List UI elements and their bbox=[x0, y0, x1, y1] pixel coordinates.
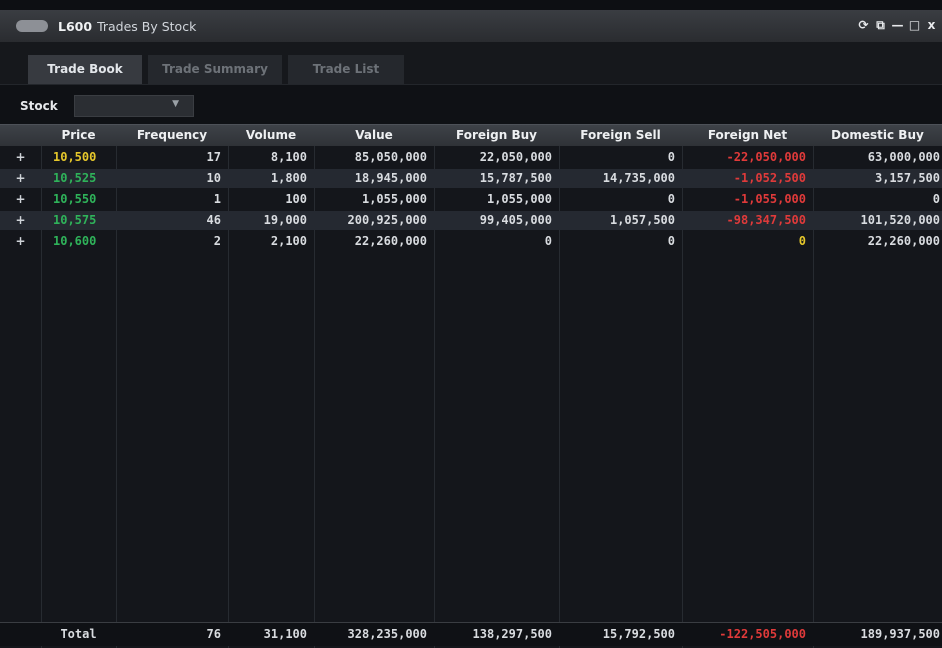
cell-foreign-net: 0 bbox=[798, 234, 806, 248]
window-controls: ⟳ ⧉ — □ x bbox=[857, 18, 938, 33]
cell-foreign-net: -98,347,500 bbox=[726, 213, 806, 227]
cell-foreign-buy: 15,787,500 bbox=[479, 171, 552, 185]
cell-domestic-buy: 22,260,000 bbox=[867, 234, 940, 248]
total-label: Total bbox=[60, 627, 97, 641]
header-foreign-sell[interactable]: Foreign Sell bbox=[559, 125, 682, 146]
total-foreign-buy: 138,297,500 bbox=[472, 627, 552, 641]
cell-frequency: 1 bbox=[213, 192, 221, 206]
cell-value: 200,925,000 bbox=[347, 213, 427, 227]
cell-foreign-buy: 99,405,000 bbox=[479, 213, 552, 227]
expand-row-icon[interactable]: + bbox=[0, 148, 41, 167]
cell-foreign-sell: 1,057,500 bbox=[609, 213, 675, 227]
cell-foreign-sell: 0 bbox=[667, 192, 675, 206]
total-foreign-sell: 15,792,500 bbox=[602, 627, 675, 641]
close-icon[interactable]: x bbox=[925, 18, 938, 33]
cell-price: 10,600 bbox=[53, 234, 97, 248]
cell-frequency: 46 bbox=[206, 213, 221, 227]
cell-foreign-buy: 1,055,000 bbox=[486, 192, 552, 206]
cell-value: 18,945,000 bbox=[354, 171, 427, 185]
expand-row-icon[interactable]: + bbox=[0, 232, 41, 251]
cell-volume: 1,800 bbox=[270, 171, 307, 185]
cell-foreign-sell: 0 bbox=[667, 234, 675, 248]
tab-trade-summary[interactable]: Trade Summary bbox=[148, 55, 282, 84]
cell-volume: 2,100 bbox=[270, 234, 307, 248]
total-frequency: 76 bbox=[206, 627, 221, 641]
cell-foreign-sell: 0 bbox=[667, 150, 675, 164]
window-titlebar[interactable]: L600 Trades By Stock ⟳ ⧉ — □ x bbox=[0, 10, 942, 43]
cell-volume: 19,000 bbox=[263, 213, 307, 227]
minimize-icon[interactable]: — bbox=[891, 18, 904, 33]
cell-value: 1,055,000 bbox=[361, 192, 427, 206]
window-toggle[interactable] bbox=[16, 20, 48, 32]
stock-label: Stock bbox=[20, 99, 58, 113]
maximize-icon[interactable]: □ bbox=[908, 18, 921, 33]
header-frequency[interactable]: Frequency bbox=[116, 125, 228, 146]
cell-foreign-net: -1,052,500 bbox=[733, 171, 806, 185]
header-value[interactable]: Value bbox=[314, 125, 434, 146]
header-domestic-buy[interactable]: Domestic Buy bbox=[813, 125, 942, 146]
cell-value: 22,260,000 bbox=[354, 234, 427, 248]
cell-frequency: 17 bbox=[206, 150, 221, 164]
cell-price: 10,500 bbox=[53, 150, 97, 164]
total-row: Total 76 31,100 328,235,000 138,297,500 … bbox=[0, 622, 942, 646]
total-domestic-buy: 189,937,500 bbox=[860, 627, 940, 641]
expand-row-icon[interactable]: + bbox=[0, 169, 41, 188]
cell-foreign-buy: 0 bbox=[544, 234, 552, 248]
stock-filter-bar: Stock ▼ bbox=[0, 84, 942, 125]
table-row[interactable]: + 10,525 10 1,800 18,945,000 15,787,500 … bbox=[0, 169, 942, 188]
header-volume[interactable]: Volume bbox=[228, 125, 314, 146]
window-code: L600 bbox=[58, 18, 93, 34]
tab-trade-book[interactable]: Trade Book bbox=[28, 55, 142, 84]
window-title: Trades By Stock bbox=[97, 18, 197, 34]
cell-domestic-buy: 63,000,000 bbox=[867, 150, 940, 164]
total-volume: 31,100 bbox=[263, 627, 307, 641]
detach-icon[interactable]: ⧉ bbox=[874, 18, 887, 33]
cell-price: 10,575 bbox=[53, 213, 97, 227]
cell-domestic-buy: 0 bbox=[932, 192, 940, 206]
tab-trade-list[interactable]: Trade List bbox=[288, 55, 404, 84]
cell-foreign-buy: 22,050,000 bbox=[479, 150, 552, 164]
header-foreign-net[interactable]: Foreign Net bbox=[682, 125, 813, 146]
table-row[interactable]: + 10,575 46 19,000 200,925,000 99,405,00… bbox=[0, 211, 942, 230]
trades-grid: Price Frequency Volume Value Foreign Buy… bbox=[0, 124, 942, 648]
expand-row-icon[interactable]: + bbox=[0, 211, 41, 230]
cell-value: 85,050,000 bbox=[354, 150, 427, 164]
cell-price: 10,550 bbox=[53, 192, 97, 206]
table-row[interactable]: + 10,600 2 2,100 22,260,000 0 0 0 22,260… bbox=[0, 232, 942, 251]
cell-frequency: 10 bbox=[206, 171, 221, 185]
cell-domestic-buy: 3,157,500 bbox=[874, 171, 940, 185]
tab-bar: Trade Book Trade Summary Trade List bbox=[0, 42, 942, 84]
header-foreign-buy[interactable]: Foreign Buy bbox=[434, 125, 559, 146]
total-foreign-net: -122,505,000 bbox=[719, 627, 806, 641]
cell-frequency: 2 bbox=[213, 234, 221, 248]
cell-price: 10,525 bbox=[53, 171, 97, 185]
grid-header: Price Frequency Volume Value Foreign Buy… bbox=[0, 124, 942, 146]
cell-foreign-net: -22,050,000 bbox=[726, 150, 806, 164]
cell-foreign-sell: 14,735,000 bbox=[602, 171, 675, 185]
refresh-icon[interactable]: ⟳ bbox=[857, 18, 870, 33]
expand-row-icon[interactable]: + bbox=[0, 190, 41, 209]
cell-domestic-buy: 101,520,000 bbox=[860, 213, 940, 227]
stock-select[interactable]: ▼ bbox=[74, 95, 194, 117]
cell-volume: 100 bbox=[285, 192, 307, 206]
total-value: 328,235,000 bbox=[347, 627, 427, 641]
header-price[interactable]: Price bbox=[41, 125, 116, 146]
cell-foreign-net: -1,055,000 bbox=[733, 192, 806, 206]
chevron-down-icon: ▼ bbox=[172, 99, 179, 109]
table-row[interactable]: + 10,500 17 8,100 85,050,000 22,050,000 … bbox=[0, 148, 942, 167]
cell-volume: 8,100 bbox=[270, 150, 307, 164]
table-row[interactable]: + 10,550 1 100 1,055,000 1,055,000 0 -1,… bbox=[0, 190, 942, 209]
